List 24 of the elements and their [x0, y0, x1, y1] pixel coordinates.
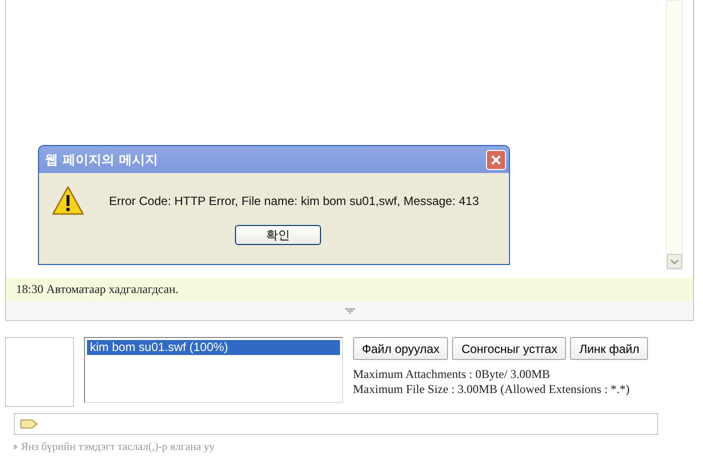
tag-hint: Янз бүрийн тэмдэгт таслал(,)-р ялгана уу [21, 441, 215, 453]
file-item[interactable]: kim bom su01.swf (100%) [87, 340, 340, 355]
ok-button[interactable]: 확인 [235, 225, 321, 245]
resize-handle-icon [344, 308, 354, 314]
bullet-icon [14, 444, 18, 450]
file-list[interactable]: kim bom su01.swf (100%) [84, 337, 343, 403]
error-message: Error Code: HTTP Error, File name: kim bom su01,swf, Message: 413 [109, 194, 479, 208]
editor-area[interactable]: 웹 페이지의 메시지 Error Code: HTTP Error, File name: kim bom su01,swf, Message: 413 확인 [5, 0, 694, 278]
scroll-down-icon[interactable] [667, 254, 682, 269]
resize-bar[interactable] [5, 301, 694, 321]
thumbnail-preview [5, 337, 74, 407]
dialog-title: 웹 페이지의 메시지 [45, 152, 158, 168]
close-button[interactable] [486, 150, 506, 170]
scrollbar[interactable] [666, 0, 683, 270]
upload-limit-text: Maximum File Size : 3.00MB (Allowed Extensions : *.*) [353, 382, 631, 397]
upload-action-button[interactable]: Линк файл [570, 337, 648, 360]
upload-action-button[interactable]: Сонгосныг устгах [452, 337, 566, 360]
close-icon [490, 154, 502, 166]
tag-icon [20, 419, 38, 429]
warning-icon [51, 185, 85, 217]
tag-input-field[interactable] [14, 413, 658, 435]
upload-action-button[interactable]: Файл оруулах [353, 337, 448, 360]
autosave-status: 18:30 Автоматаар хадгалагдсан. [16, 282, 178, 296]
upload-limit-text: Maximum Attachments : 0Byte/ 3.00MB [353, 367, 551, 382]
